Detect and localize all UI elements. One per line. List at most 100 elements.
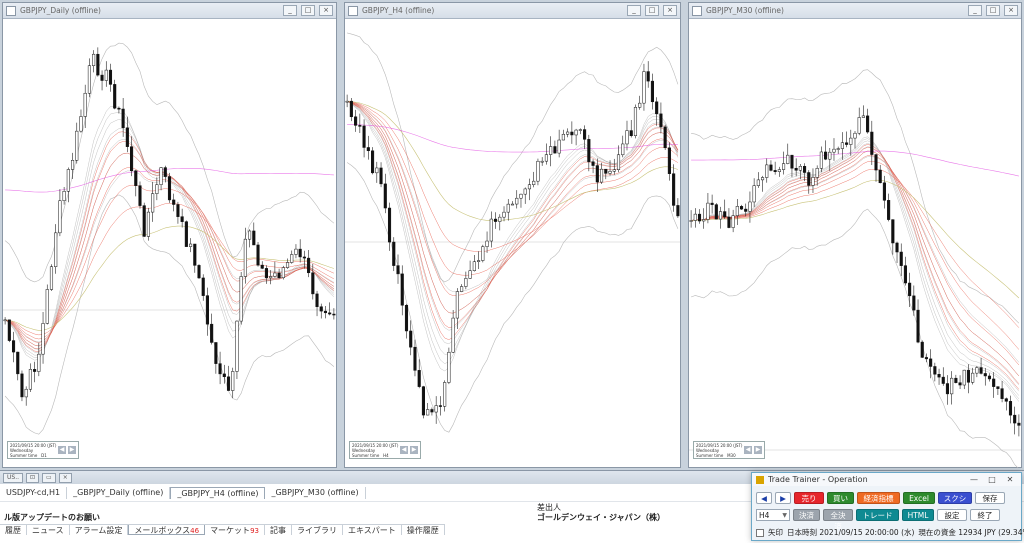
close-button[interactable]: × bbox=[319, 5, 333, 16]
minimize-button[interactable]: — bbox=[967, 475, 981, 484]
candle-bull bbox=[489, 218, 493, 242]
save-button[interactable]: 保存 bbox=[975, 492, 1005, 504]
trade-trainer-titlebar[interactable]: Trade Trainer - Operation — □ ✕ bbox=[752, 473, 1021, 486]
chart-tab-active[interactable]: _GBPJPY_H4 (offline) bbox=[170, 487, 266, 499]
timeframe-select[interactable]: H4 ▼ bbox=[756, 509, 790, 521]
minimize-button[interactable]: _ bbox=[627, 5, 641, 16]
candle-bull bbox=[41, 323, 45, 355]
screenshot-button[interactable]: スクショ bbox=[938, 492, 972, 514]
next-bar-button[interactable]: ▶ bbox=[775, 492, 791, 504]
price-chart-m30[interactable] bbox=[689, 20, 1021, 468]
info-nav[interactable]: ◀ ▶ bbox=[58, 446, 76, 454]
minimize-button[interactable]: _ bbox=[283, 5, 297, 16]
tab-mailbox[interactable]: メールボックス46 bbox=[128, 525, 206, 535]
nav-right-icon[interactable]: ▶ bbox=[410, 446, 418, 454]
candle-bull bbox=[290, 254, 294, 263]
nav-right-icon[interactable]: ▶ bbox=[754, 446, 762, 454]
close-button[interactable]: × bbox=[1004, 5, 1018, 16]
tab-label: 操作履歴 bbox=[406, 526, 439, 535]
chart-tab[interactable]: _GBPJPY_Daily (offline) bbox=[67, 487, 171, 499]
sell-button[interactable]: 売り bbox=[794, 492, 824, 504]
candle-bull bbox=[731, 215, 735, 228]
buy-button[interactable]: 買い bbox=[827, 492, 854, 504]
candle-bear bbox=[328, 312, 332, 315]
candle-bull bbox=[527, 184, 532, 190]
candle-bear bbox=[672, 173, 676, 206]
candle-bull bbox=[786, 154, 790, 164]
prev-bar-button[interactable]: ◀ bbox=[756, 492, 772, 504]
candle-bear bbox=[96, 53, 100, 76]
candle-bear bbox=[163, 167, 167, 177]
excel-button[interactable]: Excel bbox=[903, 492, 935, 504]
candle-bull bbox=[92, 53, 96, 66]
settings-button[interactable]: 設定 bbox=[937, 509, 967, 521]
tab-alarms[interactable]: アラーム設定 bbox=[70, 525, 129, 535]
tab-journal[interactable]: 操作履歴 bbox=[402, 525, 445, 535]
candle-bear bbox=[7, 319, 11, 341]
html-button[interactable]: HTML bbox=[902, 509, 934, 521]
ma-red-line bbox=[691, 147, 1020, 384]
price-chart-h4[interactable] bbox=[345, 20, 680, 468]
candle-bull bbox=[460, 286, 464, 292]
close-button[interactable]: ✕ bbox=[1003, 475, 1017, 484]
maximize-icon[interactable]: ▭ bbox=[42, 472, 56, 483]
candle-bull bbox=[849, 137, 853, 145]
tab-articles[interactable]: 記事 bbox=[265, 525, 292, 535]
chart-tab-bar: USDJPY-cd,H1 _GBPJPY_Daily (offline) _GB… bbox=[0, 487, 366, 499]
chart-titlebar[interactable]: GBPJPY_M30 (offline) _ □ × bbox=[689, 3, 1021, 19]
tab-news[interactable]: ニュース bbox=[27, 525, 70, 535]
close-button[interactable]: × bbox=[663, 5, 677, 16]
candle-bull bbox=[578, 129, 582, 131]
economic-indicator-button[interactable]: 経済指標 bbox=[857, 492, 900, 504]
info-nav[interactable]: ◀ ▶ bbox=[400, 446, 418, 454]
trade-trainer-window[interactable]: Trade Trainer - Operation — □ ✕ ◀ ▶ 売り 買… bbox=[751, 472, 1024, 541]
close-icon[interactable]: × bbox=[58, 472, 72, 483]
maximize-button[interactable]: □ bbox=[986, 5, 1000, 16]
restore-icon[interactable]: ⊡ bbox=[26, 472, 40, 483]
candle-bear bbox=[222, 373, 226, 378]
ma-gray-line bbox=[691, 138, 1020, 400]
candle-bear bbox=[307, 257, 311, 274]
candle-bull bbox=[273, 272, 277, 277]
chart-window-m30[interactable]: GBPJPY_M30 (offline) _ □ × 2021/09/15 20… bbox=[688, 2, 1022, 468]
settle-all-button[interactable]: 全決済 bbox=[823, 509, 853, 531]
chart-window-icon bbox=[692, 5, 702, 16]
chart-window-daily[interactable]: GBPJPY_Daily (offline) _ □ × 2021/09/15 … bbox=[2, 2, 337, 468]
window-title: Trade Trainer - Operation bbox=[768, 475, 868, 484]
tab-market[interactable]: マーケット93 bbox=[205, 525, 265, 535]
ma-gray-line bbox=[691, 136, 1020, 402]
chart-tab[interactable]: _GBPJPY_M30 (offline) bbox=[265, 487, 366, 499]
candle-bear bbox=[383, 183, 387, 209]
chart-window-h4[interactable]: GBPJPY_H4 (offline) _ □ × 2021/09/15 20:… bbox=[344, 2, 681, 468]
trade-button[interactable]: トレード bbox=[856, 509, 899, 521]
candle-bull bbox=[3, 319, 7, 322]
minimize-button[interactable]: _ bbox=[968, 5, 982, 16]
settle-button[interactable]: 決済 bbox=[793, 509, 820, 521]
price-chart-daily[interactable] bbox=[3, 20, 336, 468]
candle-bear bbox=[33, 369, 37, 372]
maximize-button[interactable]: □ bbox=[985, 475, 999, 484]
tab-experts[interactable]: エキスパート bbox=[343, 525, 402, 535]
candle-bear bbox=[400, 273, 404, 306]
terminal-tab[interactable]: US.. bbox=[3, 472, 24, 483]
nav-left-icon[interactable]: ◀ bbox=[58, 446, 66, 454]
tab-history[interactable]: 履歴 bbox=[0, 525, 27, 535]
chart-titlebar[interactable]: GBPJPY_H4 (offline) _ □ × bbox=[345, 3, 680, 19]
tab-library[interactable]: ライブラリ bbox=[292, 525, 343, 535]
info-box: 2021/09/15 20:00 (JST) Wednesday Summer … bbox=[693, 441, 765, 459]
exit-button[interactable]: 終了 bbox=[970, 509, 1000, 521]
info-nav[interactable]: ◀ ▶ bbox=[744, 446, 762, 454]
candle-bear bbox=[697, 213, 702, 222]
nav-left-icon[interactable]: ◀ bbox=[744, 446, 752, 454]
nav-left-icon[interactable]: ◀ bbox=[400, 446, 408, 454]
maximize-button[interactable]: □ bbox=[645, 5, 659, 16]
arrow-checkbox[interactable] bbox=[756, 528, 764, 537]
candle-bull bbox=[37, 353, 41, 372]
chart-tab[interactable]: USDJPY-cd,H1 bbox=[0, 487, 68, 499]
chart-titlebar[interactable]: GBPJPY_Daily (offline) _ □ × bbox=[3, 3, 336, 19]
candle-bear bbox=[570, 131, 574, 136]
candle-bull bbox=[477, 260, 481, 262]
maximize-button[interactable]: □ bbox=[301, 5, 315, 16]
candle-bear bbox=[739, 206, 744, 210]
nav-right-icon[interactable]: ▶ bbox=[68, 446, 76, 454]
